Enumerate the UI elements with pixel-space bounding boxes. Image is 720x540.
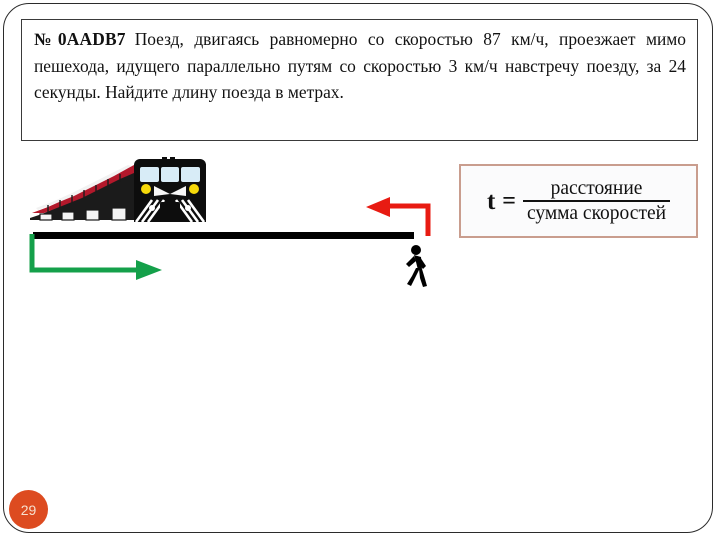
formula-denominator: сумма скоростей — [526, 203, 667, 224]
formula-fraction: расстояние сумма скоростей — [522, 177, 671, 224]
page-number-label: 29 — [20, 501, 37, 518]
problem-statement-box: №0AADB7 Поезд, двигаясь равномерно со ско… — [21, 19, 698, 141]
formula-variable-t: t — [486, 187, 496, 215]
problem-id: №0AADB7 — [34, 29, 126, 49]
pedestrian-icon — [406, 245, 427, 287]
problem-body: Поезд, двигаясь равномерно со скоростью … — [34, 29, 686, 102]
green-direction-arrow-icon — [29, 234, 162, 280]
train-clipart-icon — [30, 157, 206, 223]
problem-statement-text: №0AADB7 Поезд, двигаясь равномерно со ско… — [34, 26, 686, 106]
problem-illustration — [24, 156, 454, 296]
formula-expression: t = расстояние сумма скоростей — [479, 177, 678, 224]
formula-box: t = расстояние сумма скоростей — [459, 164, 698, 238]
formula-numerator: расстояние — [550, 177, 643, 199]
page-number-badge: 29 — [9, 490, 48, 529]
formula-equals-sign: = — [502, 188, 516, 214]
red-direction-arrow-icon — [366, 197, 431, 236]
slide-canvas: №0AADB7 Поезд, двигаясь равномерно со ско… — [0, 0, 720, 540]
